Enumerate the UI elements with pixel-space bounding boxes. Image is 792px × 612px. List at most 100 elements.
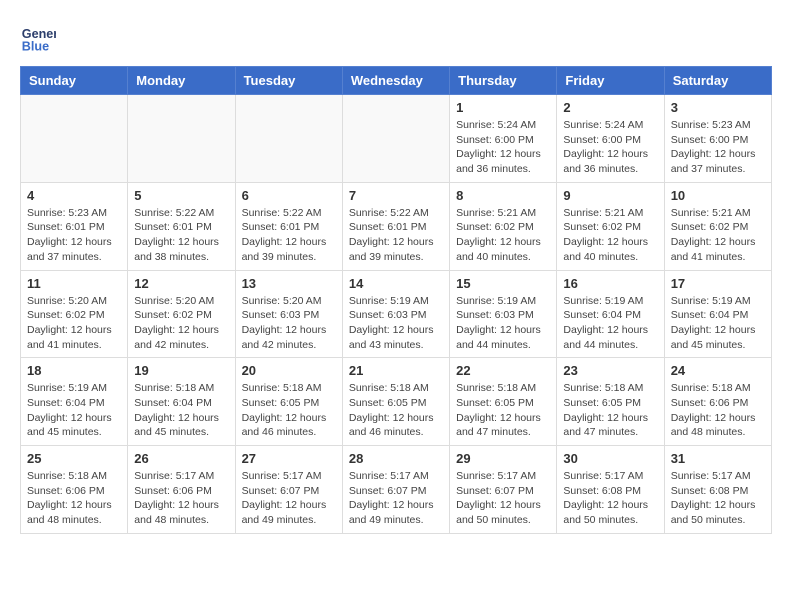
day-number: 25 bbox=[27, 451, 121, 466]
calendar-cell: 16 Sunrise: 5:19 AM Sunset: 6:04 PM Dayli… bbox=[557, 270, 664, 358]
day-info: Sunrise: 5:21 AM Sunset: 6:02 PM Dayligh… bbox=[563, 206, 657, 265]
week-row-1: 4 Sunrise: 5:23 AM Sunset: 6:01 PM Daylig… bbox=[21, 182, 772, 270]
day-number: 14 bbox=[349, 276, 443, 291]
day-info: Sunrise: 5:17 AM Sunset: 6:08 PM Dayligh… bbox=[671, 469, 765, 528]
calendar-cell: 29 Sunrise: 5:17 AM Sunset: 6:07 PM Dayli… bbox=[450, 446, 557, 534]
day-number: 15 bbox=[456, 276, 550, 291]
calendar-cell: 17 Sunrise: 5:19 AM Sunset: 6:04 PM Dayli… bbox=[664, 270, 771, 358]
day-number: 7 bbox=[349, 188, 443, 203]
day-info: Sunrise: 5:18 AM Sunset: 6:05 PM Dayligh… bbox=[563, 381, 657, 440]
week-row-0: 1 Sunrise: 5:24 AM Sunset: 6:00 PM Daylig… bbox=[21, 95, 772, 183]
day-info: Sunrise: 5:19 AM Sunset: 6:04 PM Dayligh… bbox=[27, 381, 121, 440]
day-number: 26 bbox=[134, 451, 228, 466]
day-number: 30 bbox=[563, 451, 657, 466]
day-number: 16 bbox=[563, 276, 657, 291]
calendar-cell: 11 Sunrise: 5:20 AM Sunset: 6:02 PM Dayli… bbox=[21, 270, 128, 358]
header: General Blue bbox=[20, 20, 772, 56]
calendar-cell: 4 Sunrise: 5:23 AM Sunset: 6:01 PM Daylig… bbox=[21, 182, 128, 270]
calendar-cell: 23 Sunrise: 5:18 AM Sunset: 6:05 PM Dayli… bbox=[557, 358, 664, 446]
day-number: 29 bbox=[456, 451, 550, 466]
day-info: Sunrise: 5:20 AM Sunset: 6:02 PM Dayligh… bbox=[27, 294, 121, 353]
calendar-table: SundayMondayTuesdayWednesdayThursdayFrid… bbox=[20, 66, 772, 534]
day-number: 1 bbox=[456, 100, 550, 115]
day-number: 21 bbox=[349, 363, 443, 378]
day-info: Sunrise: 5:18 AM Sunset: 6:05 PM Dayligh… bbox=[349, 381, 443, 440]
day-info: Sunrise: 5:19 AM Sunset: 6:03 PM Dayligh… bbox=[349, 294, 443, 353]
day-info: Sunrise: 5:18 AM Sunset: 6:05 PM Dayligh… bbox=[242, 381, 336, 440]
calendar-cell: 22Sunrise: 5:18 AM Sunset: 6:05 PM Dayli… bbox=[450, 358, 557, 446]
day-info: Sunrise: 5:19 AM Sunset: 6:04 PM Dayligh… bbox=[671, 294, 765, 353]
day-info: Sunrise: 5:24 AM Sunset: 6:00 PM Dayligh… bbox=[563, 118, 657, 177]
calendar-cell: 1 Sunrise: 5:24 AM Sunset: 6:00 PM Daylig… bbox=[450, 95, 557, 183]
logo-icon: General Blue bbox=[20, 20, 56, 56]
calendar-cell bbox=[21, 95, 128, 183]
day-number: 6 bbox=[242, 188, 336, 203]
day-info: Sunrise: 5:23 AM Sunset: 6:01 PM Dayligh… bbox=[27, 206, 121, 265]
day-info: Sunrise: 5:20 AM Sunset: 6:02 PM Dayligh… bbox=[134, 294, 228, 353]
day-number: 27 bbox=[242, 451, 336, 466]
day-info: Sunrise: 5:23 AM Sunset: 6:00 PM Dayligh… bbox=[671, 118, 765, 177]
calendar-cell: 14 Sunrise: 5:19 AM Sunset: 6:03 PM Dayli… bbox=[342, 270, 449, 358]
calendar-cell: 24 Sunrise: 5:18 AM Sunset: 6:06 PM Dayli… bbox=[664, 358, 771, 446]
day-number: 9 bbox=[563, 188, 657, 203]
day-info: Sunrise: 5:17 AM Sunset: 6:07 PM Dayligh… bbox=[242, 469, 336, 528]
weekday-header-tuesday: Tuesday bbox=[235, 67, 342, 95]
day-number: 11 bbox=[27, 276, 121, 291]
day-number: 23 bbox=[563, 363, 657, 378]
day-info: Sunrise: 5:21 AM Sunset: 6:02 PM Dayligh… bbox=[671, 206, 765, 265]
week-row-3: 18 Sunrise: 5:19 AM Sunset: 6:04 PM Dayli… bbox=[21, 358, 772, 446]
day-number: 8 bbox=[456, 188, 550, 203]
calendar-cell bbox=[342, 95, 449, 183]
week-row-2: 11 Sunrise: 5:20 AM Sunset: 6:02 PM Dayli… bbox=[21, 270, 772, 358]
calendar-cell bbox=[128, 95, 235, 183]
calendar-cell: 25Sunrise: 5:18 AM Sunset: 6:06 PM Dayli… bbox=[21, 446, 128, 534]
day-info: Sunrise: 5:18 AM Sunset: 6:06 PM Dayligh… bbox=[671, 381, 765, 440]
day-info: Sunrise: 5:18 AM Sunset: 6:04 PM Dayligh… bbox=[134, 381, 228, 440]
calendar-cell: 27 Sunrise: 5:17 AM Sunset: 6:07 PM Dayli… bbox=[235, 446, 342, 534]
calendar-cell: 26 Sunrise: 5:17 AM Sunset: 6:06 PM Dayli… bbox=[128, 446, 235, 534]
calendar-cell: 5 Sunrise: 5:22 AM Sunset: 6:01 PM Daylig… bbox=[128, 182, 235, 270]
day-info: Sunrise: 5:17 AM Sunset: 6:07 PM Dayligh… bbox=[349, 469, 443, 528]
calendar-cell: 7 Sunrise: 5:22 AM Sunset: 6:01 PM Daylig… bbox=[342, 182, 449, 270]
day-info: Sunrise: 5:17 AM Sunset: 6:07 PM Dayligh… bbox=[456, 469, 550, 528]
day-number: 17 bbox=[671, 276, 765, 291]
day-number: 12 bbox=[134, 276, 228, 291]
day-number: 4 bbox=[27, 188, 121, 203]
calendar-cell: 12 Sunrise: 5:20 AM Sunset: 6:02 PM Dayli… bbox=[128, 270, 235, 358]
calendar-cell: 9 Sunrise: 5:21 AM Sunset: 6:02 PM Daylig… bbox=[557, 182, 664, 270]
day-info: Sunrise: 5:19 AM Sunset: 6:04 PM Dayligh… bbox=[563, 294, 657, 353]
weekday-header-friday: Friday bbox=[557, 67, 664, 95]
day-number: 28 bbox=[349, 451, 443, 466]
calendar-cell: 3Sunrise: 5:23 AM Sunset: 6:00 PM Daylig… bbox=[664, 95, 771, 183]
calendar-cell: 6 Sunrise: 5:22 AM Sunset: 6:01 PM Daylig… bbox=[235, 182, 342, 270]
day-info: Sunrise: 5:21 AM Sunset: 6:02 PM Dayligh… bbox=[456, 206, 550, 265]
day-info: Sunrise: 5:17 AM Sunset: 6:08 PM Dayligh… bbox=[563, 469, 657, 528]
weekday-header-thursday: Thursday bbox=[450, 67, 557, 95]
day-number: 18 bbox=[27, 363, 121, 378]
day-number: 20 bbox=[242, 363, 336, 378]
day-info: Sunrise: 5:24 AM Sunset: 6:00 PM Dayligh… bbox=[456, 118, 550, 177]
calendar-cell: 10 Sunrise: 5:21 AM Sunset: 6:02 PM Dayli… bbox=[664, 182, 771, 270]
calendar-cell bbox=[235, 95, 342, 183]
weekday-header-saturday: Saturday bbox=[664, 67, 771, 95]
day-number: 24 bbox=[671, 363, 765, 378]
day-number: 10 bbox=[671, 188, 765, 203]
day-info: Sunrise: 5:22 AM Sunset: 6:01 PM Dayligh… bbox=[349, 206, 443, 265]
day-info: Sunrise: 5:17 AM Sunset: 6:06 PM Dayligh… bbox=[134, 469, 228, 528]
day-info: Sunrise: 5:22 AM Sunset: 6:01 PM Dayligh… bbox=[134, 206, 228, 265]
day-number: 19 bbox=[134, 363, 228, 378]
day-info: Sunrise: 5:22 AM Sunset: 6:01 PM Dayligh… bbox=[242, 206, 336, 265]
calendar-cell: 13Sunrise: 5:20 AM Sunset: 6:03 PM Dayli… bbox=[235, 270, 342, 358]
weekday-header-wednesday: Wednesday bbox=[342, 67, 449, 95]
day-number: 5 bbox=[134, 188, 228, 203]
calendar-cell: 2Sunrise: 5:24 AM Sunset: 6:00 PM Daylig… bbox=[557, 95, 664, 183]
week-row-4: 25Sunrise: 5:18 AM Sunset: 6:06 PM Dayli… bbox=[21, 446, 772, 534]
day-info: Sunrise: 5:20 AM Sunset: 6:03 PM Dayligh… bbox=[242, 294, 336, 353]
calendar-cell: 18 Sunrise: 5:19 AM Sunset: 6:04 PM Dayli… bbox=[21, 358, 128, 446]
calendar-cell: 8 Sunrise: 5:21 AM Sunset: 6:02 PM Daylig… bbox=[450, 182, 557, 270]
day-number: 31 bbox=[671, 451, 765, 466]
day-info: Sunrise: 5:19 AM Sunset: 6:03 PM Dayligh… bbox=[456, 294, 550, 353]
weekday-header-monday: Monday bbox=[128, 67, 235, 95]
weekday-header-row: SundayMondayTuesdayWednesdayThursdayFrid… bbox=[21, 67, 772, 95]
calendar-cell: 19 Sunrise: 5:18 AM Sunset: 6:04 PM Dayli… bbox=[128, 358, 235, 446]
